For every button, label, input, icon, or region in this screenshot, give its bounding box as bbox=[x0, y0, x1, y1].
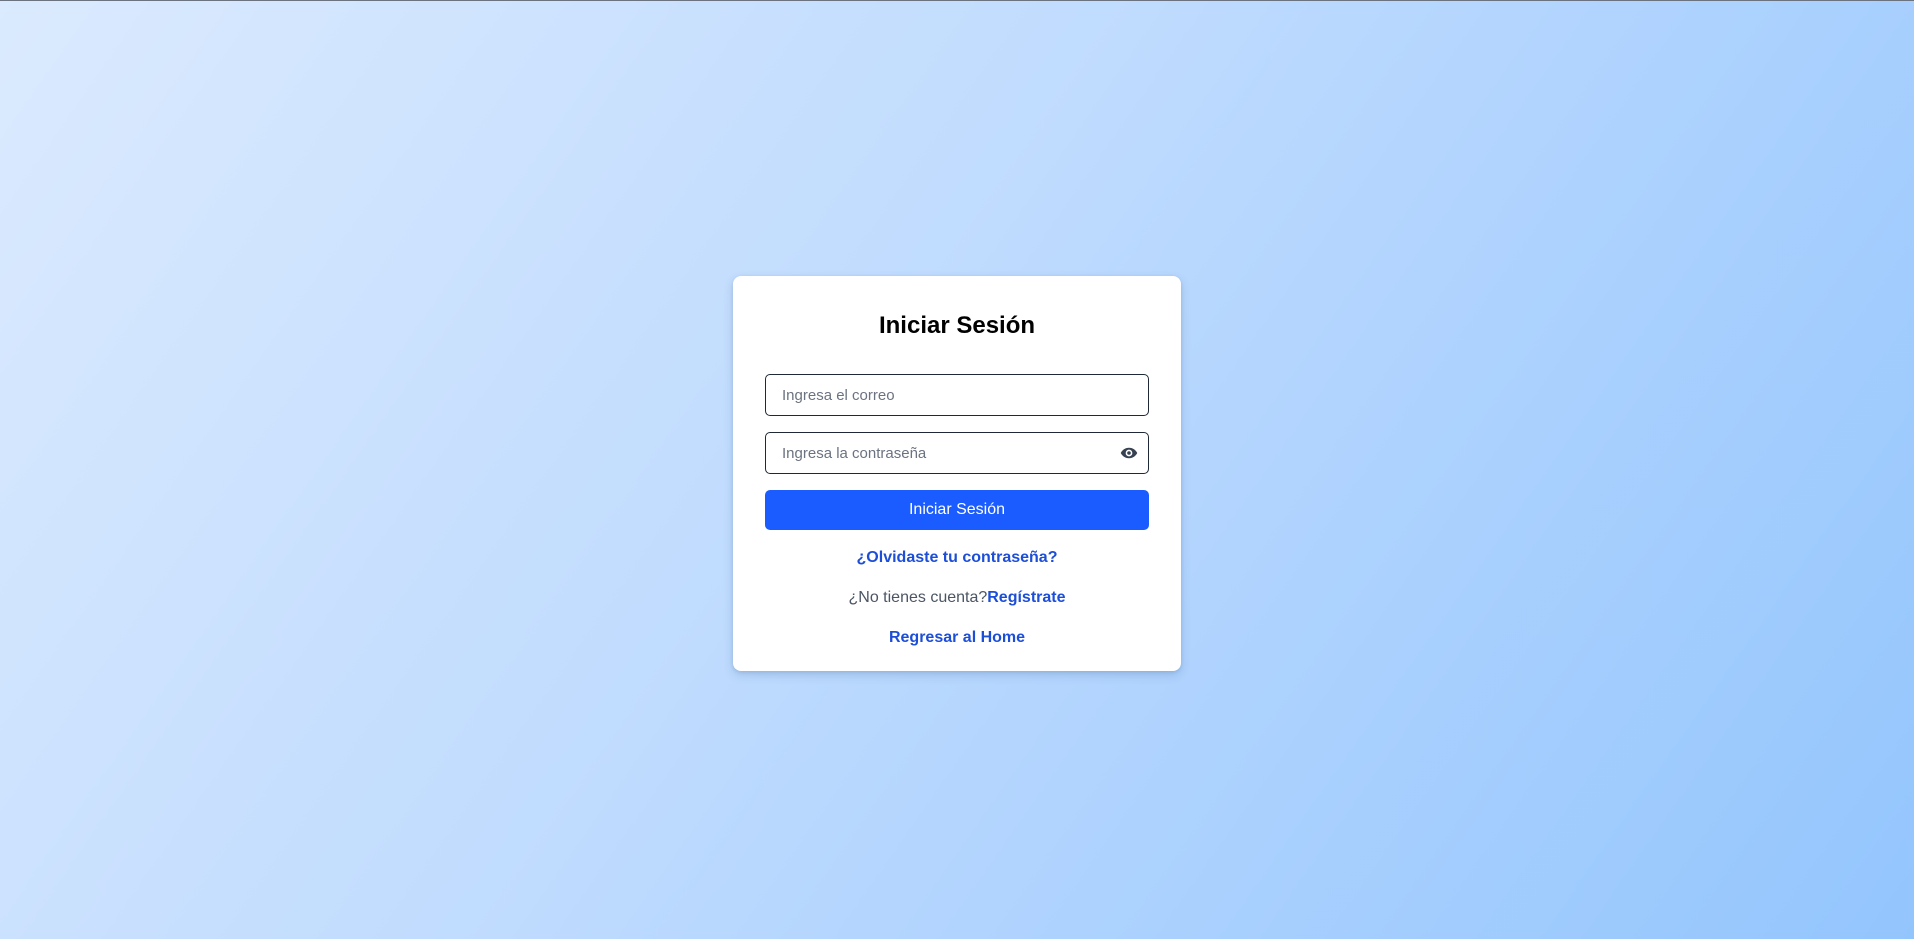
page-title: Iniciar Sesión bbox=[878, 312, 1036, 339]
email-field-wrapper bbox=[765, 374, 1149, 416]
forgot-password-row: ¿Olvidaste tu contraseña? bbox=[765, 548, 1149, 568]
home-row: Regresar al Home bbox=[765, 628, 1149, 648]
no-account-text: ¿No tienes cuenta? bbox=[848, 589, 988, 606]
password-field-wrapper bbox=[765, 432, 1149, 474]
email-input[interactable] bbox=[765, 374, 1149, 416]
login-button[interactable]: Iniciar Sesión bbox=[765, 490, 1149, 530]
forgot-password-link[interactable]: ¿Olvidaste tu contraseña? bbox=[857, 549, 1058, 566]
register-link[interactable]: Regístrate bbox=[987, 589, 1065, 606]
password-input[interactable] bbox=[765, 432, 1149, 474]
eye-icon[interactable] bbox=[1119, 443, 1139, 463]
back-home-link[interactable]: Regresar al Home bbox=[889, 629, 1025, 646]
register-row: ¿No tienes cuenta?Regístrate bbox=[765, 588, 1149, 608]
window-top-border bbox=[0, 0, 1914, 1]
login-card: Iniciar Sesión Iniciar Sesión ¿Olvidaste… bbox=[733, 276, 1181, 671]
